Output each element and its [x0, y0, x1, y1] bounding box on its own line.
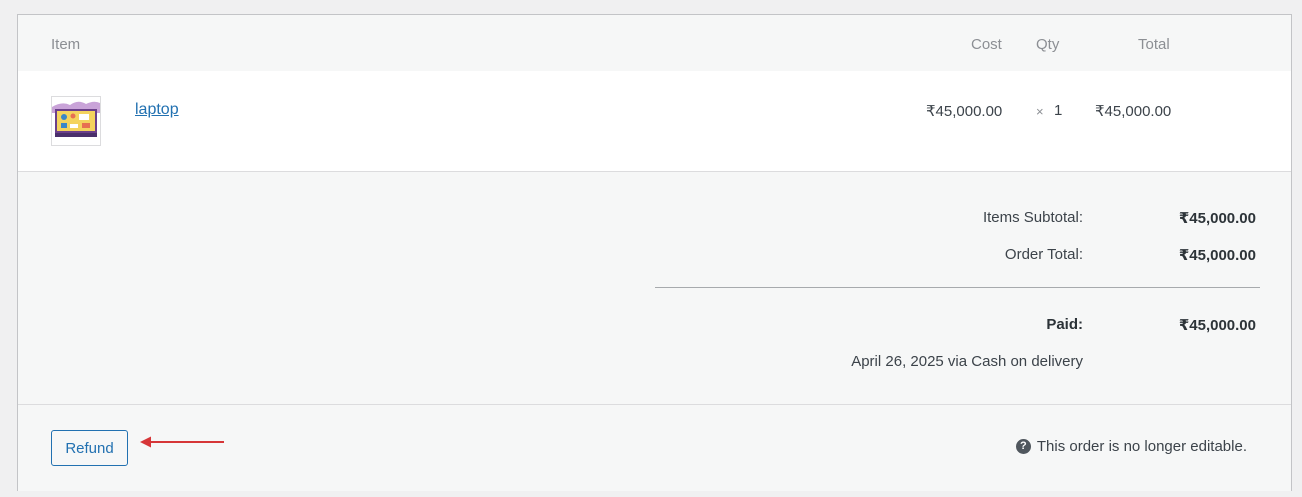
item-total: ₹45,000.00: [1095, 103, 1172, 120]
header-cost: Cost: [971, 36, 1002, 53]
product-link[interactable]: laptop: [135, 101, 179, 119]
order-items-panel: Item Cost Qty Total laptop ₹45,000.00 × …: [17, 14, 1292, 491]
order-total-label: Order Total:: [1004, 246, 1083, 263]
items-subtotal-value: ₹45,000.00: [1178, 210, 1256, 227]
table-row: laptop ₹45,000.00 × 1 ₹45,000.00: [18, 71, 1291, 172]
order-actions-footer: Refund ? This order is no longer editabl…: [18, 404, 1291, 491]
refund-button[interactable]: Refund: [51, 430, 128, 466]
order-total-value: ₹45,000.00: [1178, 247, 1256, 264]
header-item: Item: [51, 36, 81, 53]
payment-note: April 26, 2025 via Cash on delivery: [851, 353, 1083, 370]
paid-label: Paid:: [1046, 316, 1083, 333]
header-total: Total: [1138, 36, 1170, 53]
totals-divider: [655, 287, 1260, 288]
table-header: Item Cost Qty Total: [18, 15, 1291, 71]
product-thumbnail-icon[interactable]: [51, 96, 101, 146]
not-editable-text: This order is no longer editable.: [1036, 438, 1247, 455]
item-cost: ₹45,000.00: [926, 103, 1003, 120]
help-icon[interactable]: ?: [1015, 439, 1031, 454]
header-qty: Qty: [1036, 36, 1060, 53]
order-totals: Items Subtotal: ₹45,000.00 Order Total: …: [18, 172, 1291, 404]
qty-multiplier: ×: [1036, 104, 1044, 119]
paid-value: ₹45,000.00: [1178, 317, 1256, 334]
item-qty: 1: [1054, 102, 1063, 119]
annotation-arrow-icon: [140, 436, 224, 448]
not-editable-note: ? This order is no longer editable.: [1015, 438, 1247, 455]
items-subtotal-label: Items Subtotal:: [982, 209, 1083, 226]
